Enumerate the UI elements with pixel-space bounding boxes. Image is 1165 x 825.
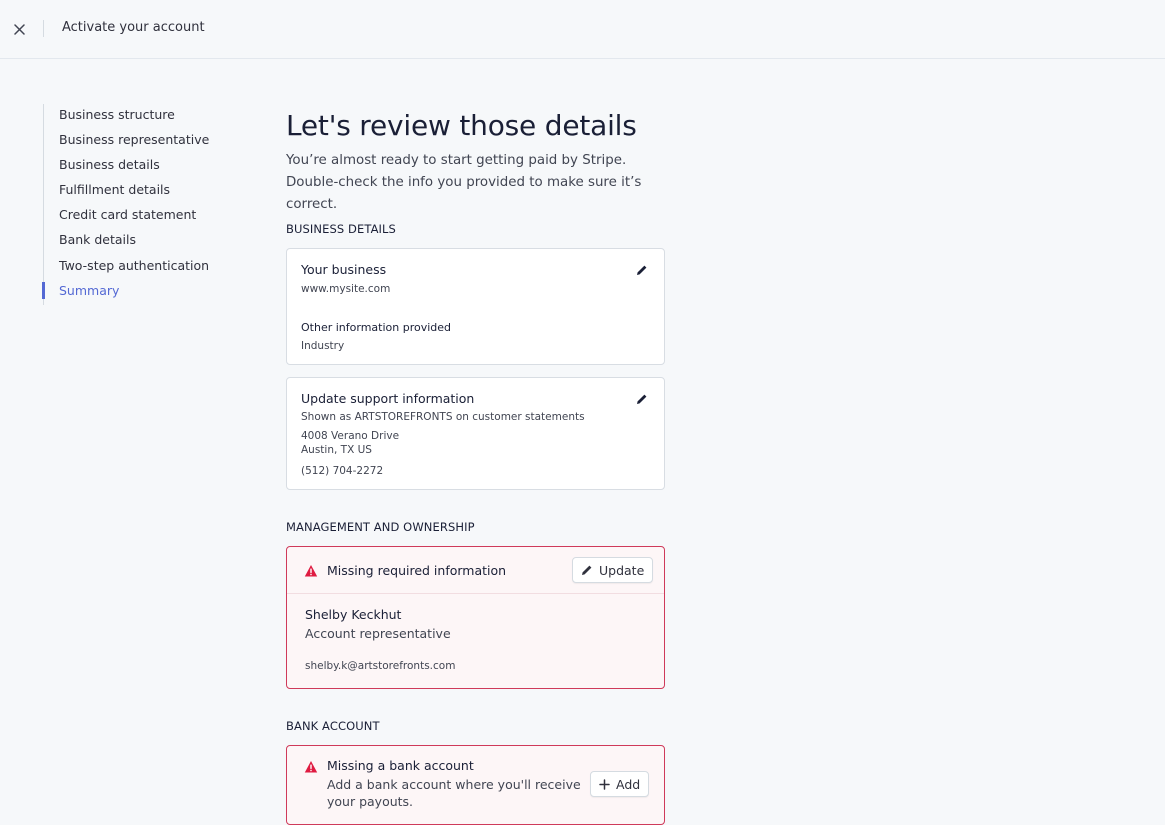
support-info-title: Update support information (301, 391, 475, 406)
close-button[interactable] (9, 19, 29, 39)
pencil-icon (582, 565, 592, 575)
close-icon (13, 23, 25, 35)
person-role: Account representative (305, 626, 451, 641)
pencil-icon (637, 265, 647, 275)
address-line-2: Austin, TX US (301, 444, 372, 456)
other-info-label: Other information provided (301, 321, 452, 334)
nav-item-summary[interactable]: Summary (42, 280, 243, 305)
pencil-icon (637, 394, 647, 404)
warning-icon (304, 761, 318, 773)
review-sections: BUSINESS DETAILS Your business www.mysit… (286, 0, 666, 825)
nav-item-business-representative[interactable]: Business representative (44, 129, 243, 154)
section-label-management: MANAGEMENT AND OWNERSHIP (286, 520, 475, 534)
support-phone: (512) 704-2272 (301, 465, 384, 477)
your-business-card: Your business www.mysite.com Other infor… (286, 248, 665, 365)
alert-title: Missing required information (327, 563, 507, 578)
section-label-business-details: BUSINESS DETAILS (286, 222, 396, 236)
address-line-1: 4008 Verano Drive (301, 430, 400, 442)
warning-icon (304, 565, 318, 577)
nav-item-business-structure[interactable]: Business structure (44, 104, 243, 129)
nav-item-business-details[interactable]: Business details (44, 154, 243, 179)
statement-descriptor: Shown as ARTSTOREFRONTS on customer stat… (301, 411, 585, 423)
your-business-title: Your business (301, 262, 387, 277)
nav-item-credit-card-statement[interactable]: Credit card statement (44, 204, 243, 229)
bank-alert-title: Missing a bank account (327, 758, 474, 773)
other-info-value: Industry (301, 340, 345, 352)
add-bank-button[interactable]: Add (590, 771, 650, 797)
update-button-label: Update (599, 562, 645, 578)
management-alert-card: Missing required information Update Shel… (286, 546, 665, 689)
update-button[interactable]: Update (572, 557, 654, 583)
add-button-label: Add (616, 776, 641, 792)
support-info-card: Update support information Shown as ARTS… (286, 377, 665, 490)
person-email: shelby.k@artstorefronts.com (305, 660, 456, 672)
edit-your-business-button[interactable] (634, 262, 650, 278)
nav-item-two-step-authentication[interactable]: Two-step authentication (44, 255, 243, 280)
topbar-divider (43, 20, 44, 37)
nav-item-bank-details[interactable]: Bank details (44, 229, 243, 254)
alert-header: Missing required information Update (287, 547, 664, 594)
plus-icon (599, 778, 610, 790)
business-website: www.mysite.com (301, 283, 391, 295)
bank-alert-card: Missing a bank account Add a bank accoun… (286, 745, 665, 825)
section-label-bank-account: BANK ACCOUNT (286, 719, 380, 733)
step-navigation: Business structure Business representati… (42, 104, 243, 305)
edit-support-info-button[interactable] (634, 391, 650, 407)
page-header-title: Activate your account (62, 20, 205, 35)
person-name: Shelby Keckhut (305, 607, 402, 622)
nav-item-fulfillment-details[interactable]: Fulfillment details (44, 179, 243, 204)
